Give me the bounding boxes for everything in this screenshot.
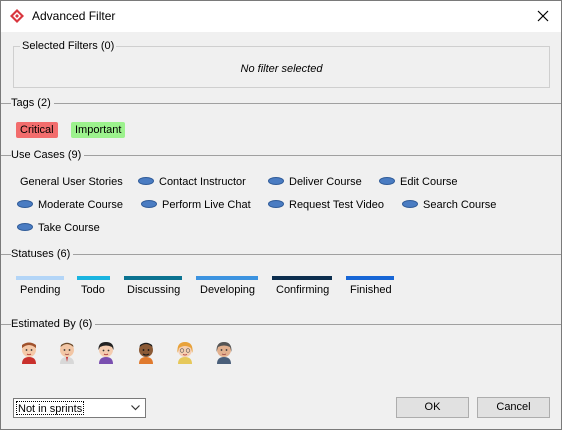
tag-critical[interactable]: Critical bbox=[16, 122, 58, 138]
statuses-divider bbox=[1, 254, 561, 255]
use-case-icon bbox=[17, 200, 33, 209]
use-case-label: Moderate Course bbox=[38, 199, 123, 211]
avatar-6[interactable] bbox=[214, 340, 234, 364]
use-case-icon bbox=[268, 177, 284, 186]
app-logo-icon bbox=[10, 9, 24, 23]
statuses-section-title: Statuses (6) bbox=[11, 248, 74, 260]
status-color-bar bbox=[77, 276, 110, 280]
use-case-search-course[interactable]: Search Course bbox=[402, 198, 496, 212]
use-case-label: Deliver Course bbox=[289, 176, 362, 188]
status-color-bar bbox=[346, 276, 394, 280]
use-case-deliver-course[interactable]: Deliver Course bbox=[268, 175, 362, 189]
close-button[interactable] bbox=[531, 5, 555, 27]
chevron-down-icon bbox=[131, 405, 140, 411]
selected-filters-group: Selected Filters (0) No filter selected bbox=[13, 40, 550, 88]
use-case-label: General User Stories bbox=[20, 176, 123, 188]
use-case-icon bbox=[138, 177, 154, 186]
use-case-icon bbox=[402, 200, 418, 209]
status-color-bar bbox=[124, 276, 182, 280]
use-case-icon bbox=[268, 200, 284, 209]
status-label: Finished bbox=[350, 284, 392, 296]
use-case-take-course[interactable]: Take Course bbox=[17, 221, 100, 235]
use-case-icon bbox=[141, 200, 157, 209]
status-color-bar bbox=[196, 276, 258, 280]
tags-divider bbox=[1, 103, 561, 104]
title-bar: Advanced Filter bbox=[1, 1, 561, 32]
use-case-label: Take Course bbox=[38, 222, 100, 234]
sprint-filter-dropdown[interactable]: Not in sprints bbox=[13, 398, 146, 418]
use-case-label: Request Test Video bbox=[289, 199, 384, 211]
status-label: Todo bbox=[81, 284, 105, 296]
tags-section-title: Tags (2) bbox=[11, 97, 54, 109]
avatar-2[interactable] bbox=[57, 340, 77, 364]
status-label: Developing bbox=[200, 284, 256, 296]
use-case-label: Edit Course bbox=[400, 176, 458, 188]
status-color-bar bbox=[16, 276, 64, 280]
dialog-content: Selected Filters (0) No filter selected … bbox=[1, 32, 561, 429]
status-label: Confirming bbox=[276, 284, 330, 296]
selected-filters-label: Selected Filters (0) bbox=[20, 40, 117, 52]
use-case-icon bbox=[379, 177, 395, 186]
window-title: Advanced Filter bbox=[32, 9, 116, 23]
cancel-button[interactable]: Cancel bbox=[477, 397, 550, 418]
use-case-icon bbox=[17, 223, 33, 232]
use-case-edit-course[interactable]: Edit Course bbox=[379, 175, 457, 189]
sprint-filter-value: Not in sprints bbox=[16, 401, 85, 415]
avatar-1[interactable] bbox=[19, 340, 39, 364]
status-pending[interactable]: Pending bbox=[16, 276, 64, 296]
status-label: Pending bbox=[20, 284, 61, 296]
avatar-4[interactable] bbox=[136, 340, 156, 364]
ok-button[interactable]: OK bbox=[396, 397, 469, 418]
estimated-by-section-title: Estimated By (6) bbox=[11, 318, 96, 330]
use-case-perform-live-chat[interactable]: Perform Live Chat bbox=[141, 198, 251, 212]
tag-important[interactable]: Important bbox=[71, 122, 126, 138]
use-case-label: Contact Instructor bbox=[159, 176, 246, 188]
use-case-label: Search Course bbox=[423, 199, 497, 211]
avatar-5[interactable] bbox=[175, 340, 195, 364]
no-filter-text: No filter selected bbox=[240, 63, 323, 75]
advanced-filter-dialog: Advanced Filter Selected Filters (0) No … bbox=[0, 0, 562, 430]
status-developing[interactable]: Developing bbox=[196, 276, 258, 296]
status-todo[interactable]: Todo bbox=[77, 276, 110, 296]
status-discussing[interactable]: Discussing bbox=[124, 276, 182, 296]
use-cases-divider bbox=[1, 155, 561, 156]
status-confirming[interactable]: Confirming bbox=[272, 276, 332, 296]
use-cases-section-title: Use Cases (9) bbox=[11, 149, 85, 161]
status-color-bar bbox=[272, 276, 332, 280]
use-case-label: Perform Live Chat bbox=[162, 199, 251, 211]
use-case-request-test-video[interactable]: Request Test Video bbox=[268, 198, 384, 212]
status-finished[interactable]: Finished bbox=[346, 276, 394, 296]
status-label: Discussing bbox=[127, 284, 181, 296]
close-icon bbox=[537, 10, 549, 22]
avatar-3[interactable] bbox=[96, 340, 116, 364]
use-case-contact-instructor[interactable]: Contact Instructor bbox=[138, 175, 246, 189]
use-case-general-user-stories[interactable]: General User Stories bbox=[20, 175, 123, 189]
use-case-moderate-course[interactable]: Moderate Course bbox=[17, 198, 123, 212]
